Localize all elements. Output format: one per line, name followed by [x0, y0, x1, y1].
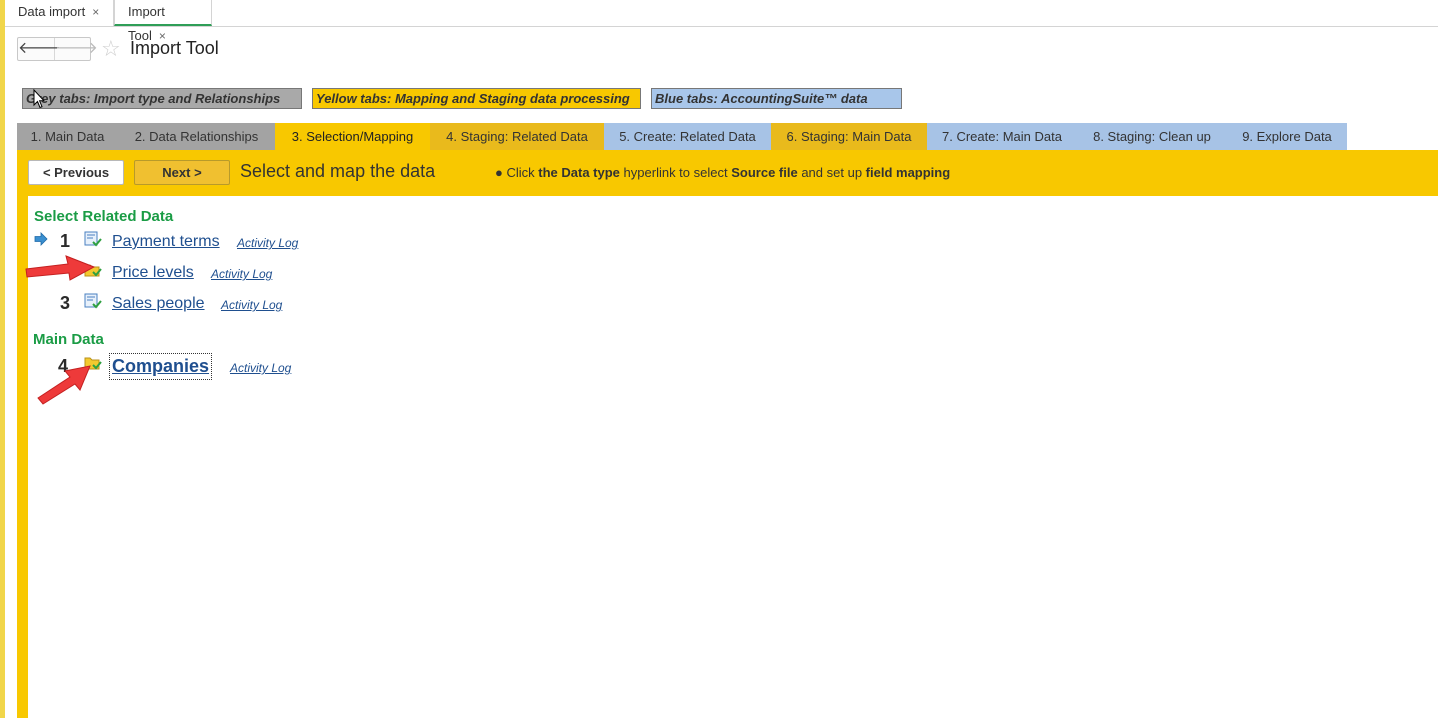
content-panel: < Previous Next > Select and map the dat…: [17, 150, 1438, 718]
data-type-link-sales-people[interactable]: Sales people: [112, 295, 205, 313]
section-main-data: Main Data: [33, 331, 104, 348]
step-tab-5[interactable]: 5. Create: Related Data: [604, 123, 771, 150]
step-tab-6[interactable]: 6. Staging: Main Data: [771, 123, 927, 150]
action-bar: < Previous Next > Select and map the dat…: [28, 150, 1438, 196]
data-type-link-companies[interactable]: Companies: [108, 353, 213, 380]
item-number: 1: [60, 231, 71, 251]
data-type-link-price-levels[interactable]: Price levels: [112, 264, 194, 282]
item-number: 3: [60, 293, 71, 313]
nav-buttons: 🡐 🡒: [17, 37, 98, 61]
activity-log-link[interactable]: Activity Log: [237, 236, 298, 250]
previous-button[interactable]: < Previous: [28, 160, 124, 185]
list-item: 3 Sales people Activity Log: [28, 292, 428, 316]
favorite-star-icon[interactable]: ☆: [101, 36, 121, 62]
activity-log-link[interactable]: Activity Log: [230, 361, 291, 375]
step-tab-1[interactable]: 1. Main Data: [17, 123, 118, 150]
left-stripe: [0, 0, 5, 718]
activity-log-link[interactable]: Activity Log: [221, 298, 282, 312]
tab-label: Data import: [18, 4, 86, 19]
step-tab-4[interactable]: 4. Staging: Related Data: [430, 123, 604, 150]
activity-log-link[interactable]: Activity Log: [211, 267, 272, 281]
hint-part: the Data type: [538, 165, 620, 180]
hint-part: Source file: [731, 165, 798, 180]
step-tab-7[interactable]: 7. Create: Main Data: [927, 123, 1077, 150]
step-tab-8[interactable]: 8. Staging: Clean up: [1077, 123, 1227, 150]
tab-data-import[interactable]: Data import ×: [5, 0, 114, 26]
step-tab-2[interactable]: 2. Data Relationships: [118, 123, 275, 150]
hint-text: ● Click the Data type hyperlink to selec…: [495, 165, 950, 180]
current-arrow-icon: [34, 232, 48, 246]
forward-arrow-icon[interactable]: 🡒: [55, 38, 98, 60]
next-button[interactable]: Next >: [134, 160, 230, 185]
legend-yellow: Yellow tabs: Mapping and Staging data pr…: [312, 88, 641, 109]
annotation-arrow-icon: [25, 255, 96, 281]
hint-part: field mapping: [865, 165, 951, 180]
hint-part: and set up: [801, 165, 863, 180]
mouse-cursor-icon: [33, 89, 45, 109]
window-tab-bar: Data import × Import Tool ×: [5, 0, 1438, 43]
close-icon[interactable]: ×: [92, 5, 99, 19]
bullet: ●: [495, 165, 503, 180]
step-tab-3[interactable]: 3. Selection/Mapping: [275, 123, 430, 150]
hint-part: Click: [506, 165, 535, 180]
import-tool-app: Data import × Import Tool × 🡐 🡒 ☆ Import T…: [0, 0, 1438, 718]
step-title: Select and map the data: [240, 161, 436, 181]
legend-grey: Grey tabs: Import type and Relationships: [22, 88, 302, 109]
legend-blue: Blue tabs: AccountingSuite™ data: [651, 88, 902, 109]
data-type-link-payment-terms[interactable]: Payment terms: [112, 233, 220, 251]
hint-part: hyperlink to select: [623, 165, 728, 180]
step-tab-9[interactable]: 9. Explore Data: [1227, 123, 1347, 150]
tab-import-tool[interactable]: Import Tool ×: [114, 0, 212, 43]
section-related-data: Select Related Data: [34, 208, 174, 225]
document-check-icon: [84, 231, 102, 247]
document-check-icon: [84, 293, 102, 309]
back-arrow-icon[interactable]: 🡐: [18, 38, 61, 60]
page-title: Import Tool: [130, 38, 219, 58]
annotation-arrow-icon: [37, 365, 91, 405]
